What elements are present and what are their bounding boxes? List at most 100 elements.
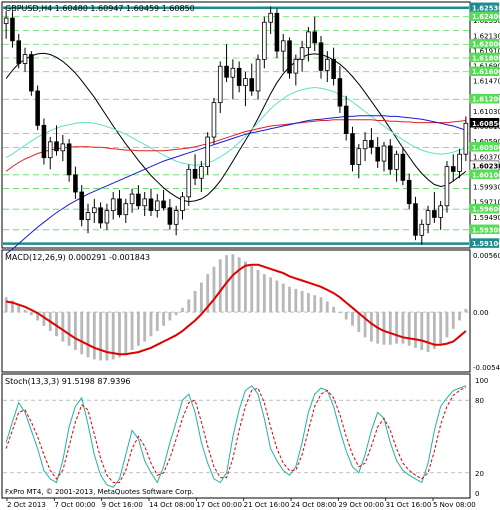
footer-copyright: FxPro MT4, © 2001-2013, MetaQuotes Softw… (5, 488, 194, 496)
level-label-text: 1.62530 (472, 4, 500, 12)
time-tick-label: 2 Oct 2013 (7, 501, 46, 509)
candle-bear (16, 40, 22, 64)
level-label-text: 1.60500 (472, 144, 500, 152)
candle-bear (331, 58, 336, 80)
time-tick-label: 7 Oct 00:00 (54, 501, 95, 509)
candle-bull (230, 67, 236, 78)
candle-bear (287, 40, 292, 74)
candle-bear (41, 124, 47, 159)
candle-bull (186, 168, 192, 198)
candle-bear (406, 179, 412, 205)
candle-bear (343, 105, 349, 134)
candle-bull (243, 78, 248, 86)
candle-bear (369, 140, 374, 148)
candle-bear (161, 200, 166, 209)
candle-bear (236, 67, 242, 86)
candle-bear (29, 54, 34, 92)
candle-bull (299, 47, 305, 60)
macd-axis-label: 0.005608 (473, 252, 500, 260)
candle-bear (350, 133, 355, 165)
stoch-axis-label: 20 (475, 470, 484, 478)
candle-bull (60, 143, 66, 152)
price-tick-label: 1.59490 (473, 214, 500, 222)
candle-bull (104, 210, 110, 224)
time-tick-label: 17 Oct 00:00 (196, 501, 242, 509)
level-label-text: 1.61800 (472, 54, 500, 62)
candle-bull (280, 40, 286, 52)
time-tick-label: 24 Oct 08:00 (291, 501, 337, 509)
candle-bull (47, 141, 53, 159)
candle-bear (318, 42, 324, 71)
price-tick-label: 1.59930 (473, 184, 500, 192)
time-tick-label: 21 Oct 16:00 (244, 501, 290, 509)
price-tick-label: 1.61470 (473, 78, 500, 86)
symbol-header: GBPUSD,H4 1.60480 1.60947 1.60459 1.6085… (5, 4, 195, 13)
price-tick-label: 1.61030 (473, 108, 500, 116)
candle-bear (10, 17, 15, 42)
candle-bear (432, 210, 437, 218)
stoch-header: Stoch(13,3,3) 91.5198 87.9396 (5, 377, 131, 386)
candle-bear (98, 207, 103, 224)
level-label-text: 1.61600 (472, 68, 500, 76)
stoch-axis-label: 0 (475, 490, 479, 498)
candle-bull (217, 65, 223, 104)
time-tick-label: 14 Oct 08:00 (149, 501, 195, 509)
time-tick-label: 29 Oct 00:00 (338, 501, 384, 509)
candle-bear (274, 12, 280, 52)
candle-bear (400, 153, 406, 181)
candle-bull (205, 136, 210, 167)
candle-bear (66, 143, 72, 176)
level-labels: 1.625301.62400 1.62000 1.61800 1.61600 1.612… (469, 2, 500, 248)
stoch-axis-label: 100 (475, 377, 488, 385)
candle-bull (463, 122, 469, 155)
candle-bull (438, 205, 443, 218)
level-label-text: 1.59300 (472, 226, 500, 234)
macd-axis-label: 0.00 (473, 309, 489, 317)
candle-bear (312, 31, 318, 44)
candle-bear (375, 146, 380, 162)
candle-bear (450, 166, 456, 172)
candle-bear (136, 193, 141, 207)
candle-bull (154, 200, 160, 211)
candle-bull (142, 198, 147, 207)
candle-bear (337, 78, 343, 107)
candle-bull (180, 196, 185, 211)
candle-bull (123, 203, 129, 216)
macd-header: MACD(12,26,9) 0.000291 -0.001843 (5, 253, 150, 262)
trading-chart: 1.623501.621301.619101.616901.614701.612… (0, 0, 500, 510)
candle-bull (255, 58, 261, 92)
candle-bull (306, 31, 311, 49)
candle-bear (192, 168, 198, 179)
candle-bull (394, 153, 399, 170)
level-label-text: 1.60100 (472, 171, 500, 179)
candle-bear (224, 65, 229, 78)
level-label-text: 1.61200 (472, 96, 500, 104)
level-label-text: 1.60230 (472, 162, 500, 170)
candle-bull (3, 17, 9, 25)
candle-bull (85, 212, 91, 220)
candle-bear (35, 90, 40, 126)
candle-bear (117, 198, 122, 216)
candle-bear (54, 141, 59, 152)
candle-bull (110, 198, 116, 211)
candle-bull (92, 207, 97, 214)
level-label-text: 1.62400 (472, 13, 500, 21)
time-tick-label: 5 Nov 08:00 (433, 501, 476, 509)
candle-bull (199, 166, 204, 179)
candle-bear (148, 198, 154, 211)
time-tick-label: 9 Oct 16:00 (102, 501, 143, 509)
candle-bull (325, 58, 330, 71)
level-label-text: 1.60850 (472, 120, 500, 128)
candle-bull (381, 145, 387, 162)
candle-bull (129, 193, 135, 205)
candle-bull (22, 54, 28, 64)
candle-bear (73, 174, 78, 193)
level-label-text: 1.62000 (472, 41, 500, 49)
candle-bull (356, 148, 362, 165)
price-tick-label: 1.60370 (473, 153, 500, 161)
candle-bull (293, 58, 299, 74)
macd-axis-label: -0.005432 (473, 364, 500, 372)
candle-bear (413, 203, 418, 236)
level-label-text: 1.59600 (472, 206, 500, 214)
candle-bull (211, 102, 217, 138)
